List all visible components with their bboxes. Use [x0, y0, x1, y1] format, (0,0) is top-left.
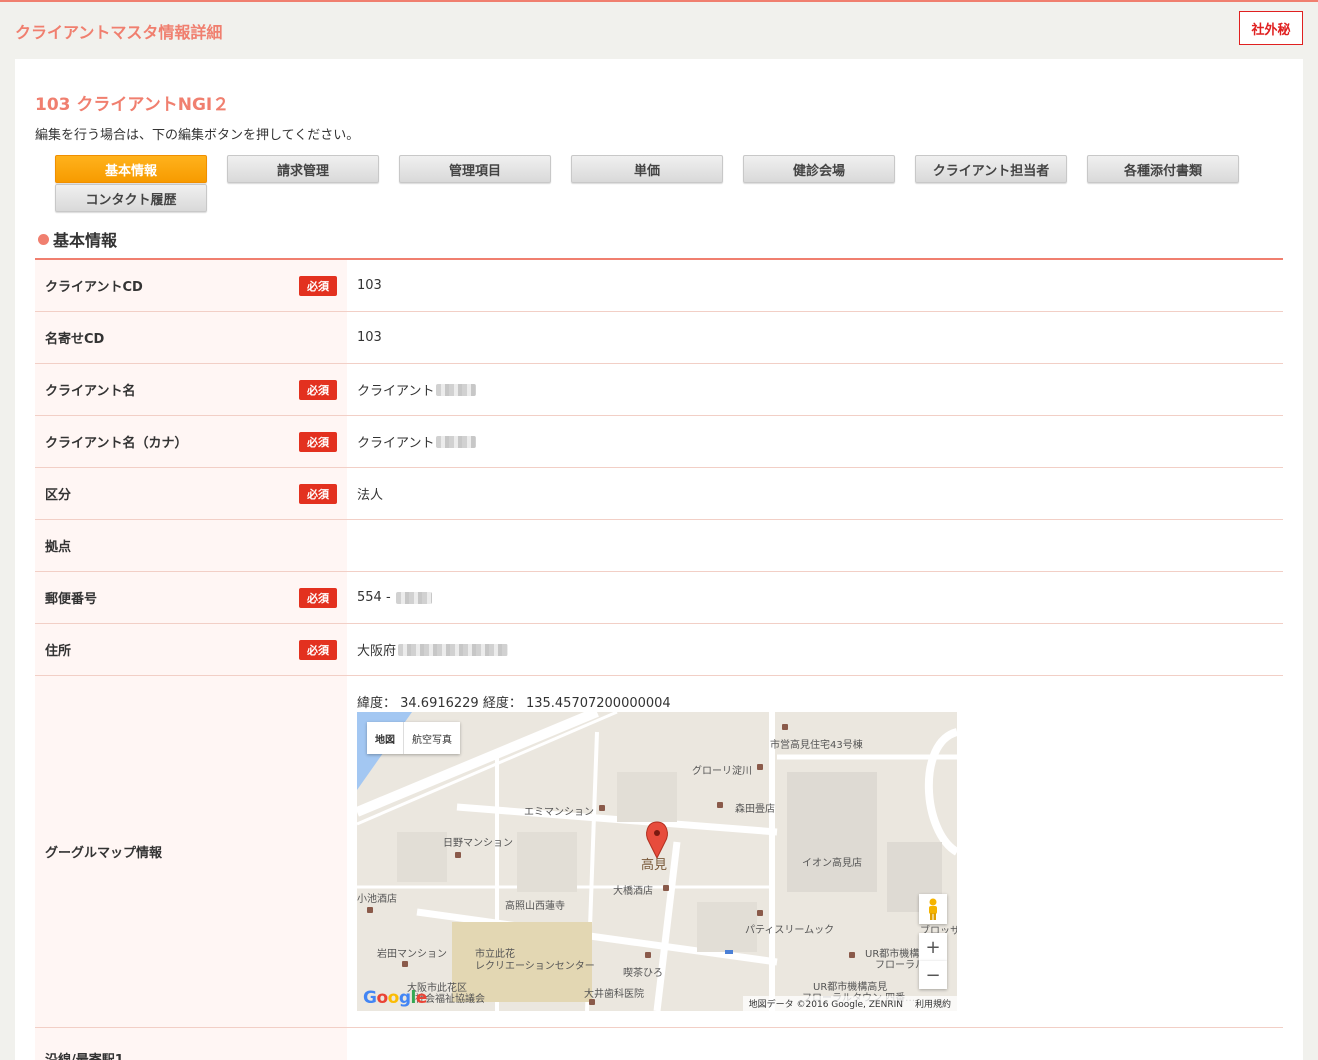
map-place-label: 日野マンション: [443, 838, 513, 849]
map-attribution: 地図データ ©2016 Google, ZENRIN 利用規約: [742, 996, 957, 1011]
required-badge: 必須: [299, 275, 337, 296]
client-title: 103 クライアントNGI２: [35, 95, 230, 115]
street-view-pegman-icon[interactable]: [919, 894, 947, 924]
table-row: クライアント名 必須 クライアント: [35, 364, 1283, 416]
terms-link[interactable]: 利用規約: [915, 997, 951, 1010]
poi-icon: [599, 805, 605, 811]
poi-icon: [663, 885, 669, 891]
table-row: クライアントCD 必須 103: [35, 260, 1283, 312]
map-place-label: エミマンション: [524, 807, 594, 818]
map-place-label: 大橋酒店: [613, 886, 653, 897]
google-logo: Google: [363, 988, 427, 1008]
poi-icon: [589, 999, 595, 1005]
zoom-out-button[interactable]: −: [919, 961, 947, 989]
base-value: [347, 520, 1283, 571]
client-name-kana-value: クライアント: [347, 416, 1283, 467]
page-title: クライアントマスタ情報詳細: [15, 23, 223, 42]
marker-label: 高見: [641, 858, 668, 873]
nearest-station-value: [347, 1028, 1283, 1060]
postal-code-value: 554 -: [347, 572, 1283, 623]
tab-management-items[interactable]: 管理項目: [399, 155, 551, 183]
tab-basic-info[interactable]: 基本情報: [55, 155, 207, 183]
table-row: グーグルマップ情報 緯度： 34.6916229 経度： 135.4570720…: [35, 676, 1283, 1028]
client-name-value: クライアント: [347, 364, 1283, 415]
map-place-label: 喫茶ひろ: [623, 968, 663, 979]
table-row: 郵便番号 必須 554 -: [35, 572, 1283, 624]
table-row: 住所 必須 大阪府: [35, 624, 1283, 676]
map-place-label: レクリエーションセンター: [475, 961, 595, 972]
tab-unit-price[interactable]: 単価: [571, 155, 723, 183]
redacted-text: [436, 435, 477, 448]
basic-info-table: クライアントCD 必須 103 名寄せCD 103 クライアント名 必須 クライ…: [35, 260, 1283, 1060]
bullet-icon: [38, 234, 49, 245]
field-label: 住所 必須: [35, 624, 347, 675]
required-badge: 必須: [299, 639, 337, 660]
field-label: クライアント名（カナ） 必須: [35, 416, 347, 467]
poi-icon: [757, 764, 763, 770]
redacted-text: [436, 383, 477, 396]
poi-icon: [367, 907, 373, 913]
map-place-label: 岩田マンション: [377, 949, 447, 960]
table-row: 拠点: [35, 520, 1283, 572]
map-place-label: 市営高見住宅43号棟: [770, 740, 863, 751]
tab-client-contact-person[interactable]: クライアント担当者: [915, 155, 1067, 183]
map-place-label: パティスリームック: [745, 925, 835, 936]
table-row: 名寄せCD 103: [35, 312, 1283, 364]
field-label: 拠点: [35, 520, 347, 571]
client-cd-value: 103: [357, 278, 382, 293]
required-badge: 必須: [299, 431, 337, 452]
field-label: 区分 必須: [35, 468, 347, 519]
field-label: クライアントCD 必須: [35, 260, 347, 311]
field-label: 郵便番号 必須: [35, 572, 347, 623]
map-value: 緯度： 34.6916229 経度： 135.45707200000004 地図…: [347, 676, 1283, 1027]
map-place-label: イオン高見店: [802, 858, 862, 869]
confidential-badge: 社外秘: [1239, 11, 1303, 45]
required-badge: 必須: [299, 483, 337, 504]
map-type-control: 地図 航空写真: [367, 722, 460, 754]
field-label: 沿線/最寄駅1: [35, 1028, 347, 1060]
map-type-map-button[interactable]: 地図: [367, 722, 404, 754]
google-map[interactable]: 地図 航空写真 高見 市営高見住宅43号棟 グローリ淀川 森田畳店 エミマンショ…: [357, 712, 957, 1011]
required-badge: 必須: [299, 587, 337, 608]
field-label: グーグルマップ情報: [35, 676, 347, 1027]
tab-attachments[interactable]: 各種添付書類: [1087, 155, 1239, 183]
section-heading: 基本情報: [35, 227, 1283, 260]
map-place-label: 大井歯科医院: [584, 989, 644, 1000]
poi-icon: [645, 952, 651, 958]
poi-icon: [849, 952, 855, 958]
map-attribution-text: 地図データ ©2016 Google, ZENRIN: [748, 1000, 903, 1010]
poi-icon: [455, 852, 461, 858]
field-label: 名寄せCD: [35, 312, 347, 363]
table-row: 区分 必須 法人: [35, 468, 1283, 520]
redacted-text: [395, 591, 432, 604]
poi-icon: [402, 961, 408, 967]
map-type-satellite-button[interactable]: 航空写真: [404, 722, 460, 754]
map-place-label: グローリ淀川: [692, 766, 752, 777]
poi-icon: [717, 802, 723, 808]
edit-instruction: 編集を行う場合は、下の編集ボタンを押してください。: [35, 128, 360, 143]
map-place-label: 小池酒店: [357, 894, 397, 905]
page-header: クライアントマスタ情報詳細 社外秘: [0, 2, 1318, 57]
main-panel: 103 クライアントNGI２ 編集を行う場合は、下の編集ボタンを押してください。…: [15, 59, 1303, 1060]
table-row: 沿線/最寄駅1: [35, 1028, 1283, 1060]
redacted-text: [398, 643, 509, 656]
poi-icon: [782, 724, 788, 730]
tab-contact-history[interactable]: コンタクト履歴: [55, 184, 207, 212]
coordinates-text: 緯度： 34.6916229 経度： 135.45707200000004: [357, 696, 671, 711]
field-label: クライアント名 必須: [35, 364, 347, 415]
required-badge: 必須: [299, 379, 337, 400]
map-place-label: 森田畳店: [735, 804, 775, 815]
zoom-in-button[interactable]: +: [919, 933, 947, 961]
name-merge-cd-value: 103: [357, 330, 382, 345]
map-place-label: 高照山西蓮寺: [505, 901, 565, 912]
section-title: 基本情報: [53, 231, 118, 250]
poi-icon: [757, 910, 763, 916]
address-value: 大阪府: [347, 624, 1283, 675]
table-row: クライアント名（カナ） 必須 クライアント: [35, 416, 1283, 468]
tab-checkup-venue[interactable]: 健診会場: [743, 155, 895, 183]
tab-billing[interactable]: 請求管理: [227, 155, 379, 183]
category-value: 法人: [357, 488, 384, 503]
